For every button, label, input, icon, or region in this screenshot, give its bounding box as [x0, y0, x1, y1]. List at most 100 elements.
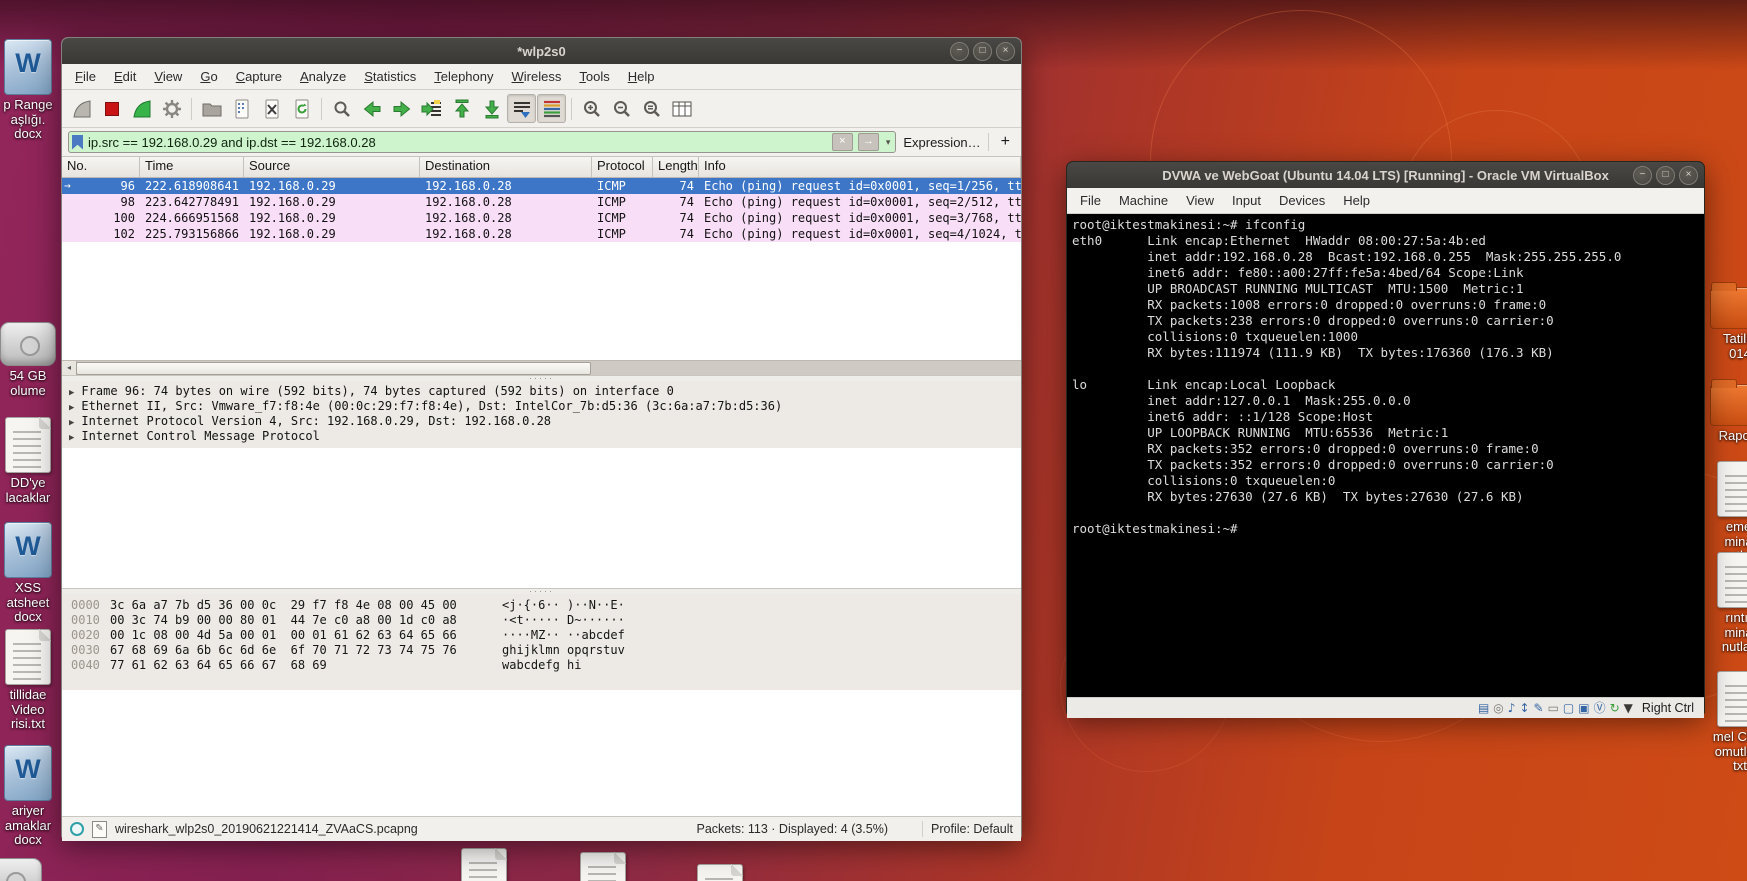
network-icon[interactable]: ↕	[1519, 699, 1529, 717]
column-time[interactable]: Time	[140, 157, 244, 177]
hex-row[interactable]: 0040 77 61 62 63 64 65 66 67 68 69 wabcd…	[62, 658, 1021, 673]
close-button[interactable]: ×	[996, 42, 1015, 61]
packet-length: 74	[653, 226, 699, 242]
maximize-button[interactable]: □	[973, 42, 992, 61]
wireshark-titlebar[interactable]: *wlp2s0 − □ ×	[62, 38, 1021, 64]
horizontal-scrollbar[interactable]: ◂	[62, 360, 1021, 375]
optical-drives-icon[interactable]: ◎	[1493, 699, 1503, 717]
hex-row[interactable]: 0030 67 68 69 6a 6b 6c 6d 6e 6f 70 71 72…	[62, 643, 1021, 658]
detail-row[interactable]: Internet Protocol Version 4, Src: 192.16…	[62, 414, 1021, 429]
packet-row[interactable]: 100 224.666951568 192.168.0.29 192.168.0…	[62, 210, 1021, 226]
menu-item[interactable]: Analyze	[291, 66, 355, 87]
features-chip-icon[interactable]: Ⓥ	[1594, 699, 1606, 717]
menu-item[interactable]: Machine	[1110, 190, 1177, 211]
terminal-line: UP BROADCAST RUNNING MULTICAST MTU:1500 …	[1072, 281, 1704, 297]
menu-item[interactable]: Capture	[227, 66, 291, 87]
menu-item[interactable]: Help	[1334, 190, 1379, 211]
detail-row[interactable]: Internet Control Message Protocol	[62, 429, 1021, 444]
close-button[interactable]: ×	[1679, 166, 1698, 185]
zoom-out-icon[interactable]	[607, 94, 636, 123]
bookmark-icon[interactable]	[72, 135, 83, 150]
terminal-line: root@iktestmakinesi:~# ifconfig	[1072, 217, 1704, 233]
display-icon[interactable]: ▢	[1563, 699, 1574, 717]
close-file-icon[interactable]	[257, 94, 286, 123]
menu-item[interactable]: View	[145, 66, 191, 87]
go-back-icon[interactable]	[357, 94, 386, 123]
find-packet-icon[interactable]	[327, 94, 356, 123]
keyboard-icon[interactable]: ▼	[1624, 699, 1633, 717]
column-no[interactable]: No.	[62, 157, 140, 177]
open-file-icon[interactable]	[197, 94, 226, 123]
detail-row[interactable]: Ethernet II, Src: Vmware_f7:f8:4e (00:0c…	[62, 399, 1021, 414]
column-length[interactable]: Length	[653, 157, 699, 177]
menu-item[interactable]: Telephony	[425, 66, 502, 87]
desktop-icon[interactable]	[0, 858, 42, 881]
menu-item[interactable]: Tools	[570, 66, 618, 87]
zoom-in-icon[interactable]	[577, 94, 606, 123]
apply-filter-icon[interactable]: →	[858, 133, 879, 151]
profile-label[interactable]: Profile: Default	[931, 822, 1013, 836]
filter-dropdown-icon[interactable]: ▾	[884, 137, 893, 148]
column-destination[interactable]: Destination	[420, 157, 592, 177]
packet-row[interactable]: 98 223.642778491 192.168.0.29 192.168.0.…	[62, 194, 1021, 210]
desktop-icon[interactable]	[580, 852, 626, 881]
scrollbar-thumb[interactable]	[76, 362, 591, 375]
stop-capture-icon[interactable]	[97, 94, 126, 123]
virtualbox-titlebar[interactable]: DVWA ve WebGoat (Ubuntu 14.04 LTS) [Runn…	[1067, 162, 1704, 188]
hex-row[interactable]: 0000 3c 6a a7 7b d5 36 00 0c 29 f7 f8 4e…	[62, 598, 1021, 613]
reload-file-icon[interactable]	[287, 94, 316, 123]
menu-item[interactable]: Go	[191, 66, 226, 87]
menu-item[interactable]: File	[1071, 190, 1110, 211]
first-packet-icon[interactable]	[447, 94, 476, 123]
column-protocol[interactable]: Protocol	[592, 157, 653, 177]
menu-item[interactable]: Statistics	[355, 66, 425, 87]
packet-row[interactable]: 96 222.618908641 192.168.0.29 192.168.0.…	[62, 178, 1021, 194]
menu-item[interactable]: File	[66, 66, 105, 87]
minimize-button[interactable]: −	[950, 42, 969, 61]
status-divider	[922, 821, 923, 837]
shared-folders-icon[interactable]: ▭	[1548, 699, 1559, 717]
go-to-packet-icon[interactable]	[417, 94, 446, 123]
desktop-icon[interactable]	[697, 864, 743, 881]
restart-capture-icon[interactable]	[127, 94, 156, 123]
expression-button[interactable]: Expression…	[903, 135, 980, 150]
display-filter-input[interactable]: ip.src == 192.168.0.29 and ip.dst == 192…	[68, 131, 896, 153]
hard-disks-icon[interactable]: ▤	[1478, 699, 1489, 717]
detail-row[interactable]: Frame 96: 74 bytes on wire (592 bits), 7…	[62, 384, 1021, 399]
audio-icon[interactable]: ♪	[1508, 699, 1516, 717]
menu-item[interactable]: Help	[619, 66, 664, 87]
go-forward-icon[interactable]	[387, 94, 416, 123]
usb-icon[interactable]: ✎	[1534, 699, 1544, 717]
menu-item[interactable]: Devices	[1270, 190, 1334, 211]
column-source[interactable]: Source	[244, 157, 420, 177]
auto-scroll-icon[interactable]	[507, 94, 536, 123]
menu-item[interactable]: Edit	[105, 66, 145, 87]
capture-file-properties-icon[interactable]	[70, 822, 84, 836]
capture-options-icon[interactable]	[157, 94, 186, 123]
menu-item[interactable]: Wireless	[503, 66, 571, 87]
colorize-icon[interactable]	[537, 94, 566, 123]
start-capture-icon[interactable]	[67, 94, 96, 123]
desktop-icon[interactable]	[461, 848, 507, 881]
zoom-reset-icon[interactable]	[637, 94, 666, 123]
last-packet-icon[interactable]	[477, 94, 506, 123]
menu-item[interactable]: View	[1177, 190, 1223, 211]
save-file-icon[interactable]	[227, 94, 256, 123]
window-title: DVWA ve WebGoat (Ubuntu 14.04 LTS) [Runn…	[1162, 168, 1609, 183]
hex-row[interactable]: 0020 00 1c 08 00 4d 5a 00 01 00 01 61 62…	[62, 628, 1021, 643]
resize-columns-icon[interactable]	[667, 94, 696, 123]
hex-row[interactable]: 0010 00 3c 74 b9 00 00 80 01 44 7e c0 a8…	[62, 613, 1021, 628]
mouse-integration-icon[interactable]: ↻	[1610, 699, 1620, 717]
guest-terminal[interactable]: root@iktestmakinesi:~# ifconfigeth0 Link…	[1067, 214, 1704, 697]
menu-item[interactable]: Input	[1223, 190, 1270, 211]
packet-time: 222.618908641	[140, 178, 244, 194]
clear-filter-icon[interactable]: ×	[832, 133, 853, 151]
column-info[interactable]: Info	[699, 157, 1021, 177]
packet-row[interactable]: 102 225.793156866 192.168.0.29 192.168.0…	[62, 226, 1021, 242]
minimize-button[interactable]: −	[1633, 166, 1652, 185]
scroll-left-icon[interactable]: ◂	[62, 361, 77, 375]
maximize-button[interactable]: □	[1656, 166, 1675, 185]
capture-comment-icon[interactable]: ✎	[92, 821, 107, 838]
video-capture-icon[interactable]: ▣	[1578, 699, 1589, 717]
add-filter-button[interactable]: +	[996, 133, 1015, 151]
